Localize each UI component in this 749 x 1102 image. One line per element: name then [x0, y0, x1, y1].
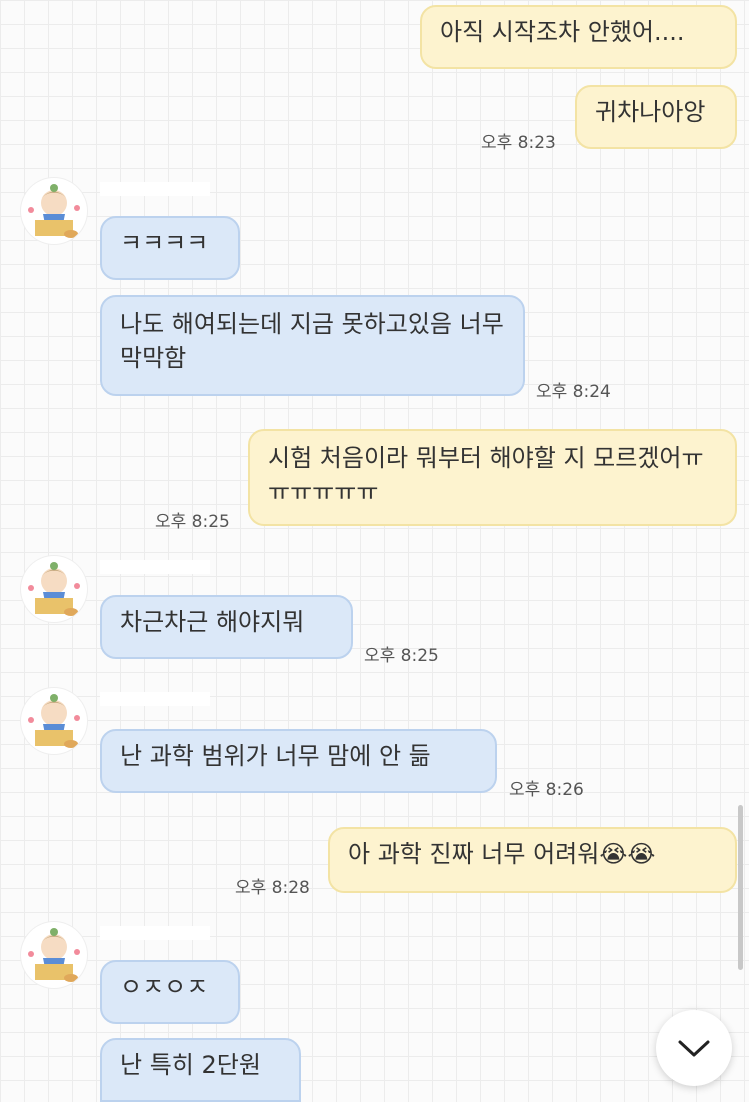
message-time: 오후 8:25 — [155, 512, 230, 532]
message-bubble-received[interactable]: 차근차근 해야지뭐 — [100, 595, 353, 659]
message-bubble-received[interactable]: 난 과학 범위가 너무 맘에 안 듦 — [100, 729, 497, 793]
message-time: 오후 8:23 — [481, 133, 556, 153]
avatar[interactable] — [21, 688, 87, 754]
avatar-character-icon — [28, 184, 80, 238]
message-time: 오후 8:26 — [509, 780, 584, 800]
avatar[interactable] — [21, 556, 87, 622]
scroll-to-bottom-button[interactable] — [656, 1010, 732, 1086]
avatar-character-icon — [28, 562, 80, 616]
avatar[interactable] — [21, 922, 87, 988]
scrollbar[interactable] — [738, 805, 743, 970]
message-time: 오후 8:24 — [536, 382, 611, 402]
message-bubble-received[interactable]: 난 특히 2단원 — [100, 1038, 301, 1102]
message-bubble-received[interactable]: 나도 해여되는데 지금 못하고있음 너무 막막함 — [100, 295, 525, 396]
sender-name — [100, 560, 210, 574]
message-bubble-sent[interactable]: 귀차나아앙 — [575, 85, 737, 149]
sender-name — [100, 182, 210, 196]
sender-name — [100, 926, 210, 940]
message-time: 오후 8:25 — [364, 646, 439, 666]
avatar-character-icon — [28, 928, 80, 982]
avatar[interactable] — [21, 178, 87, 244]
sender-name — [100, 692, 210, 706]
message-bubble-sent[interactable]: 시험 처음이라 뭐부터 해야할 지 모르겠어ㅠㅠㅠㅠㅠㅠ — [248, 429, 737, 526]
avatar-character-icon — [28, 694, 80, 748]
message-bubble-sent[interactable]: 아직 시작조차 안했어.... — [420, 5, 737, 69]
message-bubble-received[interactable]: ㅋㅋㅋㅋ — [100, 216, 240, 280]
message-bubble-sent[interactable]: 아 과학 진짜 너무 어려워😭😭 — [328, 827, 737, 893]
message-time: 오후 8:28 — [235, 878, 310, 898]
chevron-down-icon — [678, 1040, 710, 1057]
message-bubble-received[interactable]: ㅇㅈㅇㅈ — [100, 960, 240, 1024]
